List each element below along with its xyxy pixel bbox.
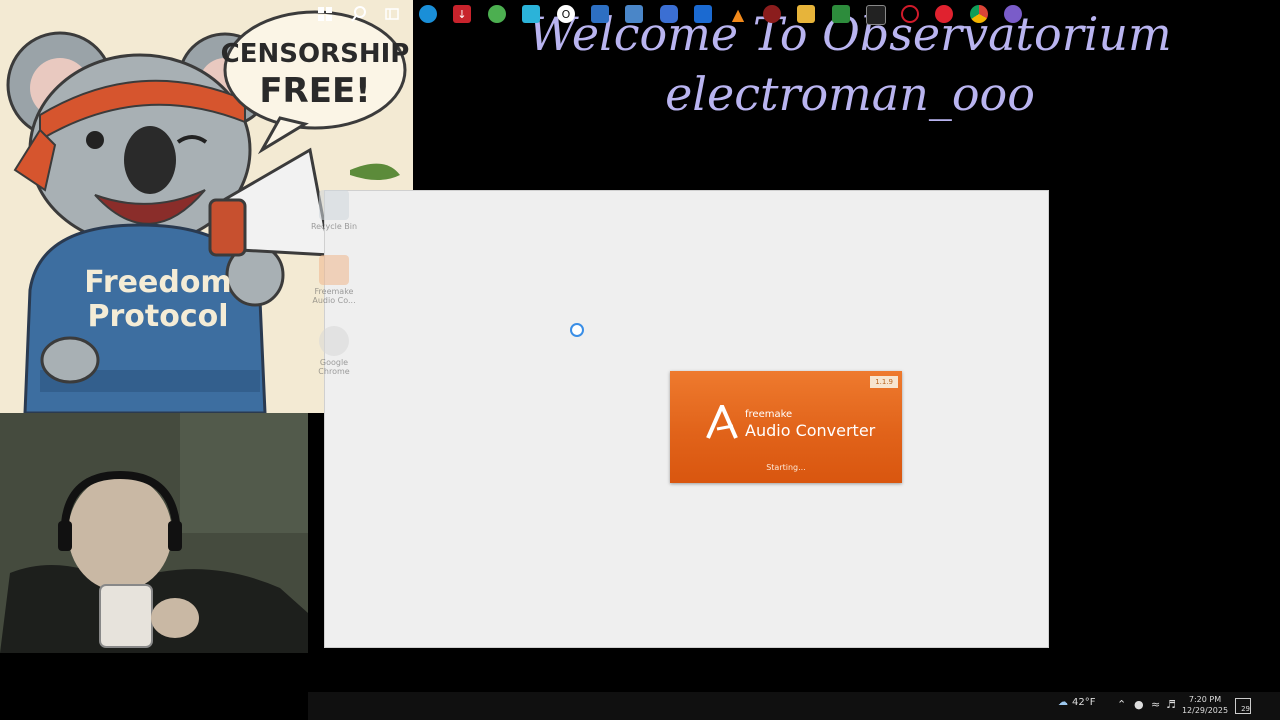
vlc-icon[interactable]: ▲: [729, 5, 747, 24]
edge-icon[interactable]: [419, 5, 437, 23]
splash-status: Starting...: [766, 463, 806, 472]
photos-icon[interactable]: [625, 5, 643, 23]
opera-red-icon[interactable]: [935, 5, 953, 23]
mail-icon[interactable]: [694, 5, 712, 23]
weather-widget[interactable]: ☁ 42°F: [1058, 697, 1095, 708]
excel-icon[interactable]: [832, 5, 850, 23]
volume-icon[interactable]: ♬: [1166, 698, 1176, 711]
hoodie-text-2: Protocol: [87, 299, 228, 334]
chrome-profile-icon[interactable]: [1004, 5, 1022, 23]
taskbar-clock[interactable]: 7:20 PM 12/29/2025: [1180, 694, 1230, 716]
webcam-feed: [0, 413, 308, 653]
speech-bubble-text-1: CENSORSHIP: [221, 39, 410, 69]
search-icon[interactable]: [350, 5, 368, 23]
clock-date: 12/29/2025: [1181, 706, 1229, 715]
recycle-bin-icon: [319, 190, 349, 220]
version-badge: 1.1.9: [870, 376, 898, 388]
desktop-icon-chrome[interactable]: Google Chrome: [310, 326, 358, 376]
temperature: 42°F: [1072, 697, 1096, 708]
store-icon[interactable]: [591, 5, 609, 23]
welcome-title: Welcome To Observatorium: [528, 7, 1172, 61]
speech-bubble-text-2: FREE!: [259, 71, 370, 111]
desktop-icon-label: Google Chrome: [318, 358, 350, 376]
downloader-icon[interactable]: ↓: [453, 5, 471, 23]
box-icon[interactable]: [522, 5, 540, 23]
desktop-icon-label: Recycle Bin: [310, 222, 358, 231]
notification-count: 29: [1241, 705, 1250, 713]
microphone-icon[interactable]: ●: [1134, 698, 1144, 711]
freemake-splash: 1.1.9 freemake Audio Converter Starting.…: [670, 371, 902, 483]
file-explorer-icon[interactable]: [797, 5, 815, 23]
busy-cursor-icon: [570, 323, 584, 337]
desktop-icon-recycle-bin[interactable]: Recycle Bin: [310, 190, 358, 231]
windows-start-icon[interactable]: [316, 5, 334, 23]
opera-icon[interactable]: O: [557, 5, 575, 23]
clock-time: 7:20 PM: [1188, 695, 1222, 704]
chrome-icon: [319, 326, 349, 356]
splash-product-name: Audio Converter: [745, 421, 876, 440]
splash-brand: freemake: [745, 409, 793, 420]
chevron-up-icon[interactable]: ⌃: [1117, 698, 1126, 711]
weather-cloud-icon: ☁: [1058, 697, 1068, 708]
desktop-icon-freemake[interactable]: Freemake Audio Co...: [310, 255, 358, 305]
freemake-icon: [319, 255, 349, 285]
task-view-icon[interactable]: [383, 5, 401, 23]
desktop-icon-label: Freemake Audio Co...: [312, 287, 356, 305]
freemake-logo-icon: [706, 405, 738, 439]
camera-icon[interactable]: [660, 5, 678, 23]
notification-center-icon[interactable]: 29: [1235, 698, 1251, 714]
torrent-icon[interactable]: [488, 5, 506, 23]
opera-gx-icon[interactable]: [901, 5, 919, 23]
hoodie-text-1: Freedom: [84, 265, 231, 300]
chrome-icon[interactable]: [970, 5, 988, 23]
media-icon[interactable]: [763, 5, 781, 23]
streamer-name: electroman_ooo: [665, 67, 1035, 121]
terminal-icon[interactable]: [866, 5, 886, 25]
wifi-icon[interactable]: ≈: [1151, 698, 1160, 711]
